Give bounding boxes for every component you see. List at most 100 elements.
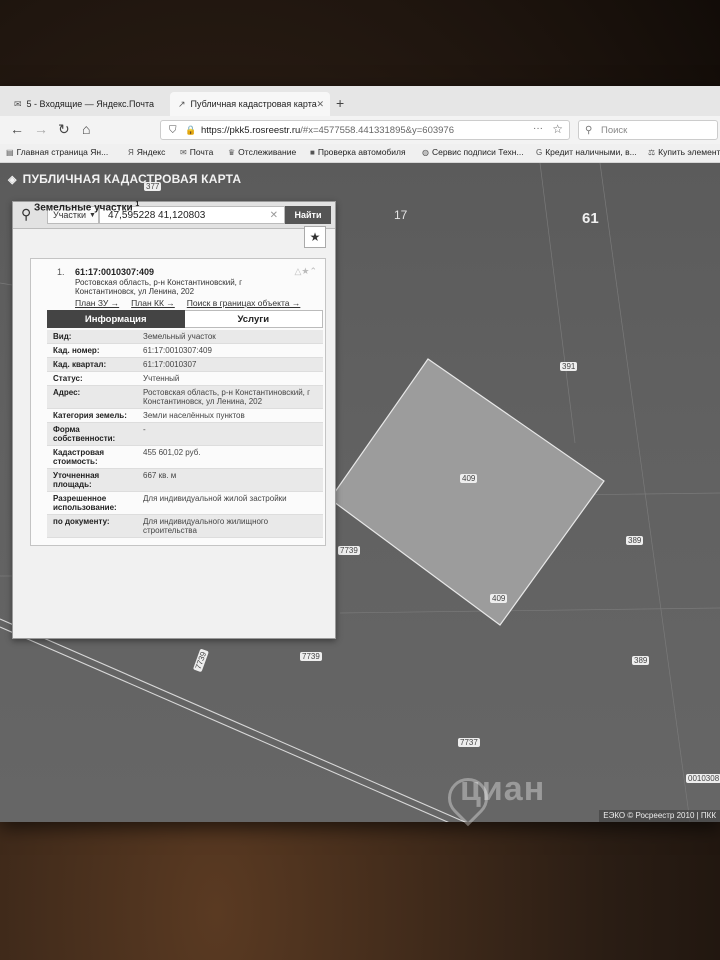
map-label: 7739 bbox=[338, 546, 360, 555]
bookmark-label: Проверка автомобиля bbox=[317, 147, 406, 157]
g-icon: G bbox=[536, 147, 543, 157]
search-icon: ⚲ bbox=[585, 124, 593, 136]
map-copyright: ЕЭКО © Росреестр 2010 | ПКК bbox=[599, 810, 720, 822]
info-value: Учтенный bbox=[143, 374, 180, 383]
bookmark-car-check[interactable]: ■ Проверка автомобиля bbox=[310, 147, 406, 157]
bookmark-star-icon[interactable]: ☆ bbox=[552, 122, 563, 136]
info-value: 667 кв. м bbox=[143, 471, 177, 480]
page-actions-icon[interactable]: ··· bbox=[533, 123, 543, 134]
map-label: 409 bbox=[460, 474, 478, 483]
info-value: Ростовская область, р-н Константиновский… bbox=[143, 388, 311, 406]
car-icon: ■ bbox=[310, 147, 315, 157]
page-icon: ▤ bbox=[6, 147, 14, 157]
forward-icon[interactable]: → bbox=[34, 121, 48, 137]
tab-yandex-mail[interactable]: ✉ 5 - Входящие — Яндекс.Почта bbox=[6, 92, 166, 116]
home-icon[interactable]: ⌂ bbox=[82, 121, 90, 137]
info-row: Уточненная площадь: 667 кв. м bbox=[47, 469, 323, 492]
rosreestr-icon: ↗ bbox=[178, 98, 186, 109]
mail-icon: ✉ bbox=[180, 147, 187, 157]
info-key: Уточненная площадь: bbox=[53, 471, 100, 489]
info-value: Для индивидуального жилищного строительс… bbox=[143, 517, 269, 535]
tab-services[interactable]: Услуги bbox=[184, 310, 323, 328]
map-label: 61 bbox=[582, 210, 599, 227]
scales-icon: ⚖ bbox=[648, 147, 656, 157]
results-title: Земельные участки 1 bbox=[34, 201, 139, 213]
browser-search-input[interactable]: ⚲ Поиск bbox=[578, 120, 718, 140]
info-value: Для индивидуальной жилой застройки bbox=[143, 494, 287, 503]
info-value: Земли населённых пунктов bbox=[143, 411, 245, 420]
result-index: 1. bbox=[57, 267, 65, 277]
bookmark-yandex-home[interactable]: ▤ Главная страница Ян... bbox=[6, 147, 108, 157]
favorite-star-button[interactable]: ★ bbox=[304, 226, 326, 248]
map-label: 389 bbox=[632, 656, 650, 665]
lock-icon: 🔒 bbox=[185, 124, 197, 135]
info-key: Адрес: bbox=[53, 388, 81, 397]
watermark: циан bbox=[460, 770, 546, 808]
plan-zu-link[interactable]: План ЗУ → bbox=[75, 298, 119, 308]
bookmark-yandex[interactable]: Я Яндекс bbox=[128, 147, 165, 157]
app-title: ◈ ПУБЛИЧНАЯ КАДАСТРОВАЯ КАРТА bbox=[8, 172, 241, 186]
bookmark-label: Сервис подписи Техн... bbox=[431, 147, 524, 157]
logo-icon: ◈ bbox=[8, 173, 17, 186]
parcel-card: 1. 61:17:0010307:409 Ростовская область,… bbox=[30, 258, 326, 546]
bookmark-tracking[interactable]: ♛ Отслеживание bbox=[228, 147, 296, 157]
back-icon[interactable]: ← bbox=[10, 121, 24, 137]
new-tab-button[interactable]: + bbox=[336, 95, 344, 111]
search-placeholder: Поиск bbox=[601, 124, 628, 136]
info-row: Статус: Учтенный bbox=[47, 372, 323, 386]
map-label: 17 bbox=[394, 208, 408, 222]
info-key: Кад. квартал: bbox=[53, 360, 107, 369]
tab-label: 5 - Входящие — Яндекс.Почта bbox=[26, 99, 154, 109]
results-title-text: Земельные участки bbox=[34, 202, 133, 214]
info-row: Разрешенное использование: Для индивидуал… bbox=[47, 492, 323, 515]
search-icon[interactable]: ⚲ bbox=[21, 206, 31, 223]
reload-icon[interactable]: ↻ bbox=[58, 121, 70, 138]
map-label: 7739 bbox=[300, 652, 322, 661]
shield-icon: ⛉ bbox=[169, 124, 177, 136]
info-key: Вид: bbox=[53, 332, 72, 341]
url-path: /#x=4577558.441331895&y=603976 bbox=[300, 124, 454, 136]
card-actions-icon[interactable]: △★⌃ bbox=[294, 266, 317, 277]
eagle-icon: ♛ bbox=[228, 147, 236, 157]
info-value: 61:17:0010307:409 bbox=[143, 346, 212, 355]
info-value: - bbox=[143, 425, 146, 434]
url-host: https://pkk5.rosreestr.ru bbox=[201, 124, 301, 136]
globe-icon: ◍ bbox=[422, 147, 429, 157]
search-in-bounds-link[interactable]: Поиск в границах объекта → bbox=[187, 298, 301, 308]
parcel-tabs: Информация Услуги bbox=[47, 310, 323, 328]
plan-kk-link[interactable]: План КК → bbox=[131, 298, 175, 308]
app-title-text: ПУБЛИЧНАЯ КАДАСТРОВАЯ КАРТА bbox=[22, 172, 242, 186]
bookmark-label: Кредит наличными, в... bbox=[545, 147, 637, 157]
browser-nav-bar: ← → ↻ ⌂ ⛉ 🔒 https://pkk5.rosreestr.ru /#… bbox=[0, 116, 720, 144]
info-value: Земельный участок bbox=[143, 332, 216, 341]
printed-screenshot: ✉ 5 - Входящие — Яндекс.Почта ↗ Публична… bbox=[0, 86, 720, 822]
map-label: 389 bbox=[626, 536, 644, 545]
close-tab-icon[interactable]: ✕ bbox=[316, 99, 324, 110]
bookmark-label: Главная страница Ян... bbox=[16, 147, 109, 157]
bookmark-label: Отслеживание bbox=[238, 147, 297, 157]
info-value: 455 601,02 руб. bbox=[143, 448, 201, 457]
bookmark-buy[interactable]: ⚖ Купить элемент bbox=[648, 147, 720, 157]
clear-icon[interactable]: ✕ bbox=[270, 210, 278, 221]
bookmark-credit[interactable]: G Кредит наличными, в... bbox=[536, 147, 637, 157]
info-row: Адрес: Ростовская область, р-н Константин… bbox=[47, 386, 323, 409]
info-row: Кад. квартал: 61:17:0010307 bbox=[47, 358, 323, 372]
bookmark-mail[interactable]: ✉ Почта bbox=[180, 147, 213, 157]
results-count: 1 bbox=[135, 201, 140, 208]
bookmark-label: Яндекс bbox=[136, 147, 166, 157]
road-line bbox=[0, 618, 467, 822]
address-bar[interactable]: ⛉ 🔒 https://pkk5.rosreestr.ru /#x=457755… bbox=[160, 120, 570, 140]
tab-cadastral-map[interactable]: ↗ Публичная кадастровая карта ✕ bbox=[170, 92, 330, 116]
info-key: Статус: bbox=[53, 374, 83, 383]
info-row: по документу: Для индивидуального жилищно… bbox=[47, 515, 323, 538]
parcel-address: Ростовская область, р-н Константиновский… bbox=[75, 278, 243, 296]
tab-information[interactable]: Информация bbox=[47, 310, 185, 328]
info-row: Форма собственности: - bbox=[47, 423, 323, 446]
info-key: по документу: bbox=[53, 517, 110, 526]
find-button[interactable]: Найти bbox=[285, 206, 331, 224]
bookmark-signature[interactable]: ◍ Сервис подписи Техн... bbox=[422, 147, 524, 157]
parcel-number[interactable]: 61:17:0010307:409 bbox=[75, 267, 154, 277]
info-key: Кадастровая стоимость: bbox=[53, 448, 105, 466]
info-row: Кадастровая стоимость: 455 601,02 руб. bbox=[47, 446, 323, 469]
info-key: Категория земель: bbox=[53, 411, 127, 420]
